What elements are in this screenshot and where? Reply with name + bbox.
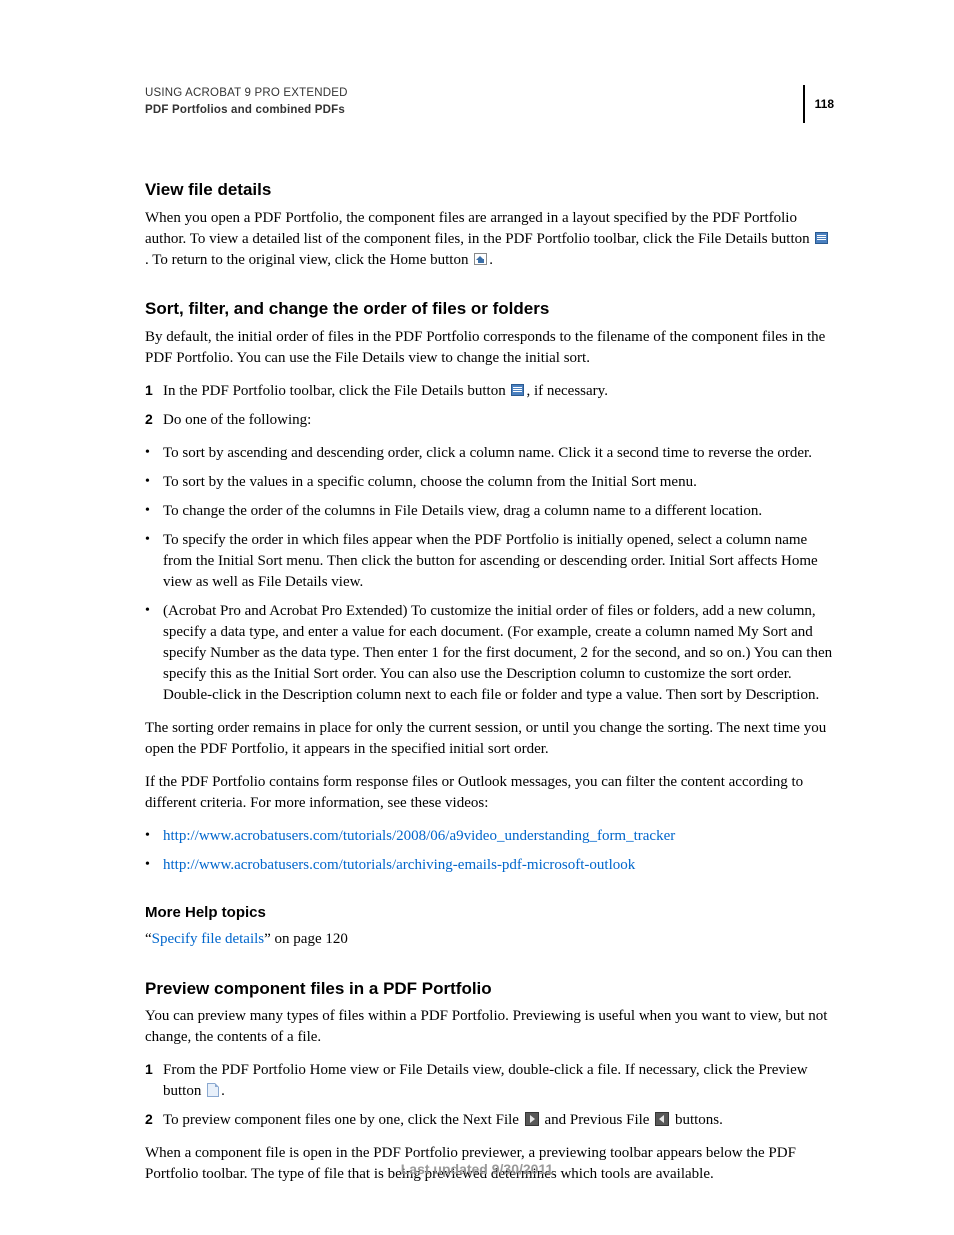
heading: View file details bbox=[145, 178, 834, 202]
step-item: 2 To preview component files one by one,… bbox=[145, 1110, 834, 1131]
heading: Preview component files in a PDF Portfol… bbox=[145, 977, 834, 1001]
bullet-list: •To sort by ascending and descending ord… bbox=[145, 443, 834, 706]
section-preview-component-files: Preview component files in a PDF Portfol… bbox=[145, 977, 834, 1186]
doc-title: USING ACROBAT 9 PRO EXTENDED bbox=[145, 85, 803, 102]
body-text: When you open a PDF Portfolio, the compo… bbox=[145, 208, 834, 271]
list-item: •To sort by ascending and descending ord… bbox=[145, 443, 834, 464]
step-item: 1 From the PDF Portfolio Home view or Fi… bbox=[145, 1060, 834, 1102]
help-reference: “Specify file details” on page 120 bbox=[145, 927, 834, 951]
numbered-steps: 1 In the PDF Portfolio toolbar, click th… bbox=[145, 381, 834, 431]
body-text: The sorting order remains in place for o… bbox=[145, 718, 834, 760]
page-header: USING ACROBAT 9 PRO EXTENDED PDF Portfol… bbox=[145, 85, 834, 123]
list-item: •To specify the order in which files app… bbox=[145, 530, 834, 593]
body-text: If the PDF Portfolio contains form respo… bbox=[145, 772, 834, 814]
tutorial-link[interactable]: http://www.acrobatusers.com/tutorials/20… bbox=[163, 828, 675, 844]
next-file-icon bbox=[525, 1112, 539, 1126]
doc-section: PDF Portfolios and combined PDFs bbox=[145, 102, 803, 119]
heading: Sort, filter, and change the order of fi… bbox=[145, 297, 834, 321]
body-text: You can preview many types of files with… bbox=[145, 1006, 834, 1048]
file-details-icon bbox=[511, 384, 524, 396]
section-sort-filter: Sort, filter, and change the order of fi… bbox=[145, 297, 834, 876]
list-item: •To sort by the values in a specific col… bbox=[145, 472, 834, 493]
section-view-file-details: View file details When you open a PDF Po… bbox=[145, 178, 834, 271]
cross-ref-link[interactable]: Specify file details bbox=[152, 931, 264, 947]
link-list: •http://www.acrobatusers.com/tutorials/2… bbox=[145, 826, 834, 876]
body-text: By default, the initial order of files i… bbox=[145, 327, 834, 369]
tutorial-link[interactable]: http://www.acrobatusers.com/tutorials/ar… bbox=[163, 857, 635, 873]
step-item: 1 In the PDF Portfolio toolbar, click th… bbox=[145, 381, 834, 402]
page-number: 118 bbox=[803, 85, 834, 123]
preview-icon bbox=[207, 1083, 219, 1097]
heading: More Help topics bbox=[145, 902, 834, 923]
previous-file-icon bbox=[655, 1112, 669, 1126]
step-item: 2 Do one of the following: bbox=[145, 410, 834, 431]
list-item: •(Acrobat Pro and Acrobat Pro Extended) … bbox=[145, 601, 834, 706]
home-icon bbox=[474, 253, 487, 265]
page-footer: Last updated 9/30/2011 bbox=[0, 1160, 954, 1180]
more-help-topics: More Help topics “Specify file details” … bbox=[145, 902, 834, 951]
numbered-steps: 1 From the PDF Portfolio Home view or Fi… bbox=[145, 1060, 834, 1131]
list-item: •To change the order of the columns in F… bbox=[145, 501, 834, 522]
list-item: •http://www.acrobatusers.com/tutorials/a… bbox=[145, 855, 834, 876]
list-item: •http://www.acrobatusers.com/tutorials/2… bbox=[145, 826, 834, 847]
file-details-icon bbox=[815, 232, 828, 244]
document-page: USING ACROBAT 9 PRO EXTENDED PDF Portfol… bbox=[0, 0, 954, 1235]
